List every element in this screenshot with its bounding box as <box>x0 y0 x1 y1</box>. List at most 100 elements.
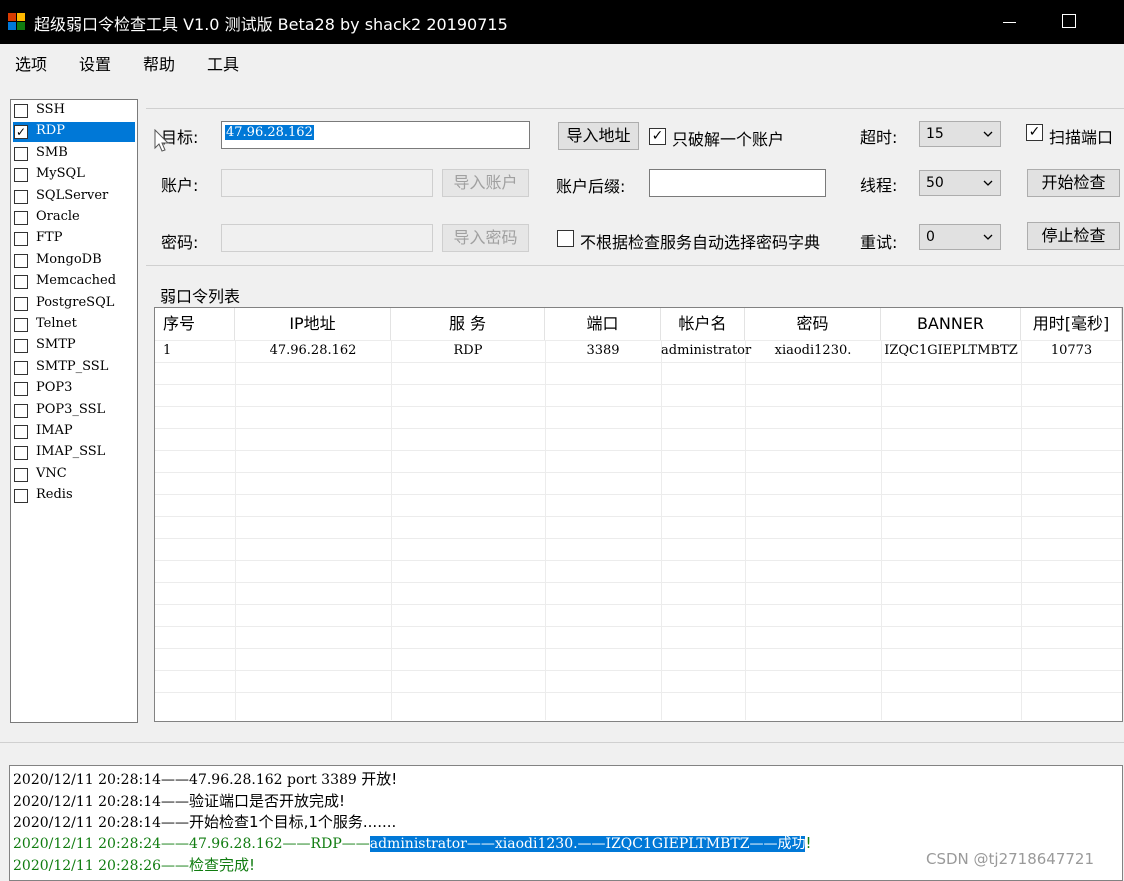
menu-tools[interactable]: 工具 <box>207 51 239 75</box>
grid-line <box>745 340 746 720</box>
no-auto-dict-checkbox[interactable] <box>557 230 574 247</box>
menu-settings[interactable]: 设置 <box>79 51 111 75</box>
service-checkbox[interactable] <box>14 360 28 375</box>
window-title: 超级弱口令检查工具 V1.0 测试版 Beta28 by shack2 2019… <box>34 15 508 34</box>
grid-line <box>155 384 1122 385</box>
service-checkbox[interactable] <box>14 189 28 204</box>
import-address-button[interactable]: 导入地址 <box>558 122 639 150</box>
menu-options[interactable]: 选项 <box>15 51 47 75</box>
service-label: VNC <box>36 465 67 481</box>
minimize-icon[interactable] <box>1000 10 1020 30</box>
password-input[interactable] <box>221 224 433 252</box>
log-text: 47.96.28.162 port 3389 <box>189 772 362 788</box>
service-checkbox[interactable] <box>14 296 28 311</box>
import-password-button[interactable]: 导入密码 <box>442 224 529 252</box>
column-header[interactable]: 帐户名 <box>661 308 745 340</box>
scan-port-checkbox[interactable]: ✓ <box>1026 124 1043 141</box>
log-separator: —— <box>161 815 190 831</box>
column-header[interactable]: IP地址 <box>235 308 391 340</box>
grid-line <box>155 670 1122 671</box>
column-header[interactable]: BANNER <box>881 308 1021 340</box>
service-checkbox[interactable] <box>14 232 28 247</box>
service-item[interactable]: SMTP_SSL <box>13 358 135 378</box>
service-checkbox[interactable] <box>14 146 28 161</box>
service-item[interactable]: SQLServer <box>13 187 135 207</box>
service-checkbox[interactable] <box>14 467 28 482</box>
grid-line <box>155 494 1122 495</box>
service-item[interactable]: FTP <box>13 229 135 249</box>
column-header[interactable]: 服 务 <box>391 308 545 340</box>
account-label: 账户: <box>161 176 199 195</box>
service-item[interactable]: Telnet <box>13 315 135 335</box>
service-item[interactable]: POP3_SSL <box>13 401 135 421</box>
grid-line <box>155 560 1122 561</box>
service-item[interactable]: IMAP <box>13 422 135 442</box>
column-header[interactable]: 端口 <box>545 308 661 340</box>
chevron-down-icon <box>983 180 993 186</box>
results-table[interactable]: 序号 IP地址服 务端口 帐户名 密码 BANNER 用时[毫秒] 1 47.96.28.16… <box>154 307 1123 722</box>
service-label: SQLServer <box>36 187 109 203</box>
service-item[interactable]: MySQL <box>13 165 135 185</box>
service-checkbox[interactable] <box>14 253 28 268</box>
service-item[interactable]: ✓ RDP <box>13 122 135 143</box>
grid-line <box>155 472 1122 473</box>
only-one-account-checkbox[interactable]: ✓ <box>649 128 666 145</box>
service-item[interactable]: SMB <box>13 144 135 164</box>
retry-select[interactable]: 0 <box>919 224 1001 250</box>
service-checkbox[interactable] <box>14 211 28 225</box>
service-checkbox[interactable] <box>14 489 28 504</box>
service-checkbox[interactable] <box>14 275 28 290</box>
grid-line <box>155 582 1122 583</box>
service-checkbox[interactable] <box>14 168 28 183</box>
menu-help[interactable]: 帮助 <box>143 51 175 75</box>
service-item[interactable]: Redis <box>13 486 135 506</box>
stop-check-button[interactable]: 停止检查 <box>1027 222 1120 250</box>
service-checkbox[interactable] <box>14 339 28 354</box>
timeout-label: 超时: <box>860 128 898 147</box>
service-item[interactable]: MongoDB <box>13 251 135 271</box>
log-time: 2020/12/11 20:28:14 <box>13 772 162 788</box>
service-label: Oracle <box>36 209 80 224</box>
password-label: 密码: <box>161 233 199 252</box>
check-icon: ✓ <box>651 128 664 144</box>
service-checkbox[interactable] <box>14 403 28 418</box>
service-checkbox[interactable]: ✓ <box>14 125 28 140</box>
app-icon-tile <box>17 13 25 21</box>
app-icon-tile <box>8 13 16 21</box>
log-line: 2020/12/11 20:28:14——47.96.28.162 port 3… <box>13 768 397 789</box>
column-header[interactable]: 密码 <box>745 308 881 340</box>
service-item[interactable]: Oracle <box>13 208 135 228</box>
service-checkbox[interactable] <box>14 318 28 332</box>
column-header[interactable]: 序号 <box>155 308 235 340</box>
log-time: 2020/12/11 20:28:26 <box>13 858 162 874</box>
service-item[interactable]: POP3 <box>13 379 135 399</box>
account-suffix-input[interactable] <box>649 169 826 197</box>
log-line: 2020/12/11 20:28:14——开始检查1个目标,1个服务......… <box>13 811 396 832</box>
watermark: CSDN @tj2718647721 <box>926 850 1095 868</box>
service-item[interactable]: VNC <box>13 465 135 485</box>
service-checkbox[interactable] <box>14 425 28 439</box>
service-checkbox[interactable] <box>14 446 28 461</box>
import-account-button[interactable]: 导入账户 <box>442 169 529 197</box>
service-checkbox[interactable] <box>14 382 28 397</box>
service-checkbox[interactable] <box>14 104 28 118</box>
service-item[interactable]: SMTP <box>13 336 135 356</box>
account-input[interactable] <box>221 169 433 197</box>
table-cell: RDP <box>453 343 483 358</box>
service-item[interactable]: PostgreSQL <box>13 294 135 314</box>
service-item[interactable]: IMAP_SSL <box>13 443 135 463</box>
service-item[interactable]: SSH <box>13 101 135 121</box>
threads-select[interactable]: 50 <box>919 170 1001 196</box>
threads-value: 50 <box>926 175 944 191</box>
retry-value: 0 <box>926 229 935 245</box>
log-time: 2020/12/11 20:28:24 <box>13 835 162 852</box>
timeout-select[interactable]: 15 <box>919 121 1001 147</box>
no-auto-dict-label: 不根据检查服务自动选择密码字典 <box>580 233 821 252</box>
service-item[interactable]: Memcached <box>13 272 135 292</box>
maximize-icon[interactable] <box>1062 14 1076 28</box>
grid-line <box>155 538 1122 539</box>
retry-label: 重试: <box>860 233 898 252</box>
column-header[interactable]: 用时[毫秒] <box>1021 308 1122 340</box>
start-check-button[interactable]: 开始检查 <box>1027 169 1120 197</box>
target-input[interactable]: 47.96.28.162 <box>221 121 530 149</box>
